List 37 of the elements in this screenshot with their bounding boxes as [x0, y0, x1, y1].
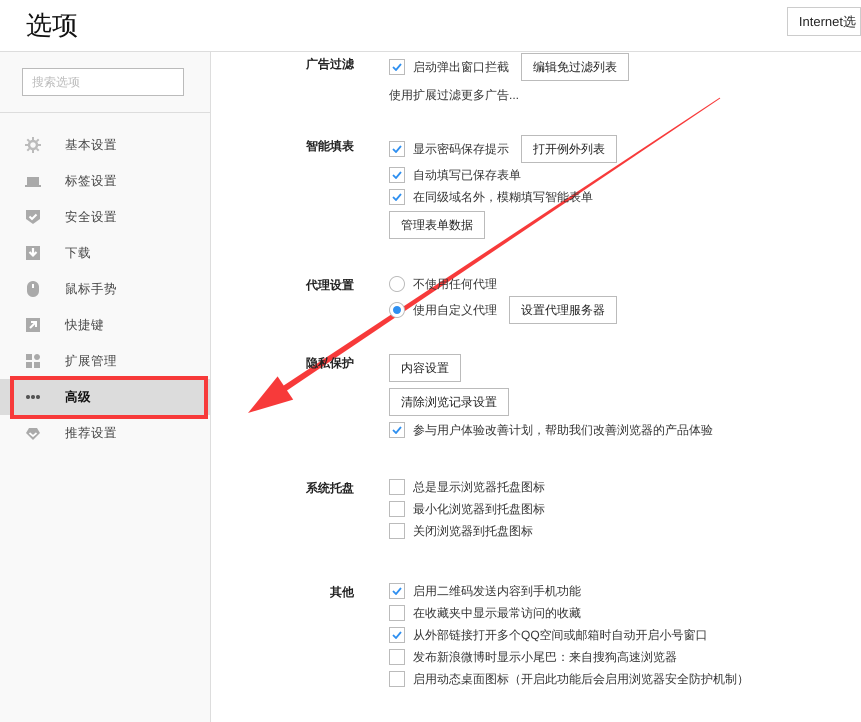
hint-text: 使用扩展过滤更多广告... [389, 87, 520, 104]
sidebar-item[interactable]: 快捷键 [0, 307, 210, 343]
sidebar-item[interactable]: 高级 [0, 379, 210, 415]
option-label: 发布新浪微博时显示小尾巴：来自搜狗高速浏览器 [413, 649, 677, 666]
sidebar-item[interactable]: 扩展管理 [0, 343, 210, 379]
option-label: 启用二维码发送内容到手机功能 [413, 583, 581, 600]
section-label: 广告过滤 [306, 57, 354, 71]
sidebar-item[interactable]: 标签设置 [0, 163, 210, 199]
section-label: 其他 [330, 585, 354, 599]
button[interactable]: 管理表单数据 [389, 211, 485, 239]
search-field[interactable]: 搜索选项 [22, 68, 184, 96]
option-label: 参与用户体验改善计划，帮助我们改善浏览器的产品体验 [413, 422, 713, 439]
sidebar-item[interactable]: 安全设置 [0, 199, 210, 235]
option-label: 关闭浏览器到托盘图标 [413, 523, 533, 540]
page-title: 选项 [26, 9, 78, 42]
option-label: 最小化浏览器到托盘图标 [413, 501, 545, 518]
internet-options-button[interactable]: Internet选 [786, 7, 861, 36]
option-label: 自动填写已保存表单 [413, 167, 521, 184]
option-label: 在收藏夹中显示最常访问的收藏 [413, 605, 581, 622]
section-label: 系统托盘 [306, 481, 354, 495]
option-label: 总是显示浏览器托盘图标 [413, 479, 545, 496]
button[interactable]: 清除浏览记录设置 [389, 388, 509, 416]
section-label: 代理设置 [306, 278, 354, 292]
option-label: 从外部链接打开多个QQ空间或邮箱时自动开启小号窗口 [413, 627, 708, 644]
option-label: 启动弹出窗口拦截 [413, 59, 509, 76]
section-label: 智能填表 [306, 139, 354, 153]
sidebar-item[interactable]: 推荐设置 [0, 415, 210, 451]
button[interactable]: 内容设置 [389, 354, 461, 382]
option-label: 使用自定义代理 [413, 302, 497, 319]
button[interactable]: 设置代理服务器 [509, 296, 617, 324]
option-label: 显示密码保存提示 [413, 141, 509, 158]
sidebar-item[interactable]: 鼠标手势 [0, 271, 210, 307]
button[interactable]: 编辑免过滤列表 [521, 53, 629, 81]
button[interactable]: 打开例外列表 [521, 135, 617, 163]
sidebar-item[interactable]: 基本设置 [0, 127, 210, 163]
option-label: 启用动态桌面图标（开启此功能后会启用浏览器安全防护机制） [413, 671, 749, 688]
sidebar-item[interactable]: 下载 [0, 235, 210, 271]
